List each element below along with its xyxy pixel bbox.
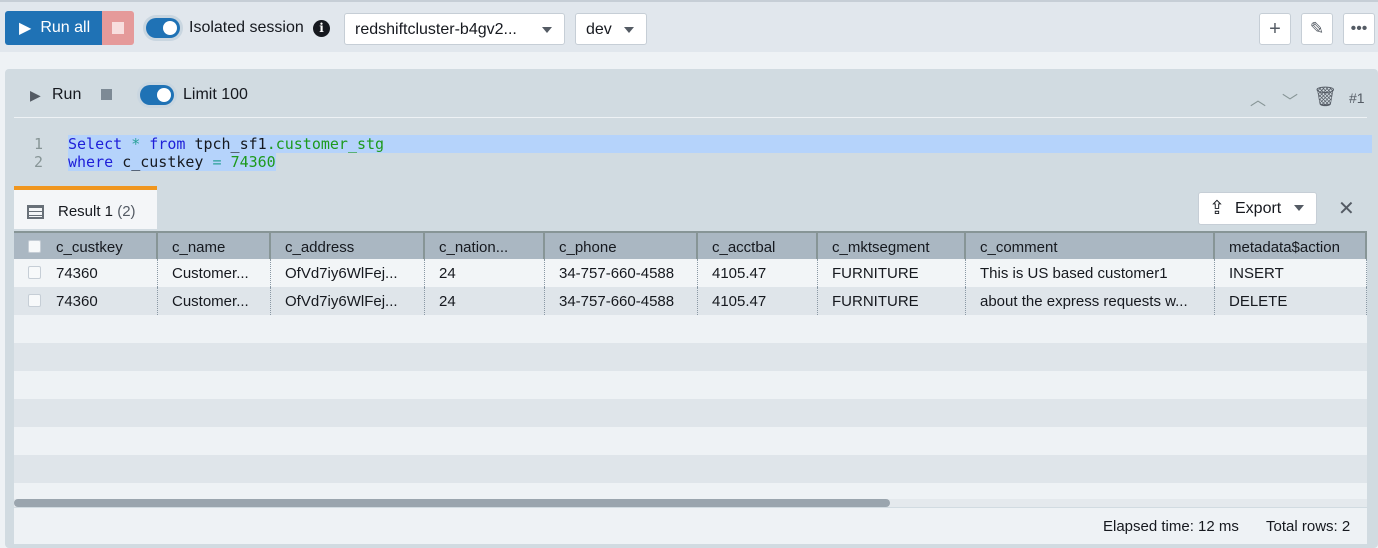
keyword: Select (68, 135, 123, 153)
table-row (14, 399, 1367, 427)
cell-number: #1 (1349, 90, 1365, 106)
table-cell: 4105.47 (698, 259, 818, 287)
limit-label: Limit 100 (183, 86, 248, 103)
limit-toggle[interactable] (140, 85, 174, 105)
chevron-down-icon (542, 27, 552, 38)
top-toolbar: ▶ Run all Isolated session i redshiftclus… (0, 0, 1378, 52)
more-button[interactable]: ••• (1343, 13, 1375, 45)
column-header[interactable]: c_name (158, 233, 271, 261)
table-cell: OfVd7iy6WlFej... (271, 287, 425, 315)
elapsed-time: Elapsed time: 12 ms (1103, 518, 1239, 535)
column-header[interactable]: c_mktsegment (818, 233, 966, 261)
table-cell: 34-757-660-4588 (545, 287, 698, 315)
move-down-icon[interactable]: ﹀ (1282, 88, 1298, 112)
column-header[interactable]: c_phone (545, 233, 698, 261)
keyword: from (149, 135, 186, 153)
column-header[interactable]: c_comment (966, 233, 1215, 261)
database-value: dev (586, 21, 612, 38)
results-footer: Elapsed time: 12 ms Total rows: 2 (14, 508, 1367, 544)
stop-icon (112, 22, 124, 34)
divider (14, 117, 1367, 118)
table-header-row: c_custkey c_name c_address c_nation... c_pho… (14, 231, 1367, 261)
isolated-session-label: Isolated session (189, 19, 304, 36)
cluster-select[interactable]: redshiftcluster-b4gv2... (344, 13, 565, 45)
table-row: 74360 Customer... OfVd7iy6WlFej... 24 34-757… (14, 259, 1367, 287)
table-row (14, 371, 1367, 399)
run-play-icon: ▶ (30, 87, 41, 103)
table-name: .customer_stg (266, 135, 385, 153)
operator: * (131, 135, 141, 153)
trash-icon[interactable]: 🗑 (1313, 85, 1337, 109)
column-header[interactable]: c_nation... (425, 233, 545, 261)
table-cell: 74360 (14, 259, 158, 287)
edit-button[interactable]: ✎ (1301, 13, 1333, 45)
tab-label: Result 1 (58, 203, 114, 220)
chevron-down-icon (1294, 205, 1304, 216)
line-number: 1 (34, 135, 44, 153)
export-label: Export (1235, 200, 1282, 217)
export-button[interactable]: ⇪ Export (1198, 192, 1317, 225)
upload-icon: ⇪ (1209, 198, 1225, 219)
result-count: (2) (117, 203, 136, 220)
literal: 74360 (230, 153, 276, 171)
table-cell: 74360 (14, 287, 158, 315)
scrollbar-thumb[interactable] (14, 499, 890, 507)
table-cell: Customer... (158, 287, 271, 315)
table-cell: INSERT (1215, 259, 1367, 287)
table-cell: 24 (425, 287, 545, 315)
table-cell: FURNITURE (818, 259, 966, 287)
table-icon (27, 205, 44, 219)
tab-result-1[interactable]: Result 1 (2) (14, 186, 157, 229)
column-name: c_custkey (122, 153, 204, 171)
stop-button[interactable] (101, 89, 112, 100)
table-row (14, 315, 1367, 343)
run-button[interactable]: Run (52, 86, 81, 104)
plus-icon: + (1269, 18, 1281, 40)
close-icon[interactable]: ✕ (1338, 196, 1355, 221)
ellipsis-icon: ••• (1350, 20, 1368, 37)
table-cell: Customer... (158, 259, 271, 287)
table-cell: OfVd7iy6WlFej... (271, 259, 425, 287)
table-row (14, 455, 1367, 483)
add-button[interactable]: + (1259, 13, 1291, 45)
schema-name: tpch_sf1 (194, 135, 267, 153)
database-select[interactable]: dev (575, 13, 647, 45)
column-header[interactable]: metadata$action (1215, 233, 1367, 261)
move-up-icon[interactable]: ︿ (1250, 86, 1266, 110)
info-icon[interactable]: i (313, 20, 330, 37)
table-cell: about the express requests w... (966, 287, 1215, 315)
results-table: c_custkey c_name c_address c_nation... c_pho… (14, 231, 1367, 501)
table-cell: 34-757-660-4588 (545, 259, 698, 287)
column-header[interactable]: c_acctbal (698, 233, 818, 261)
isolated-session-toggle[interactable] (146, 18, 180, 38)
table-cell: 4105.47 (698, 287, 818, 315)
operator: = (212, 153, 222, 171)
table-row: 74360 Customer... OfVd7iy6WlFej... 24 34-757… (14, 287, 1367, 315)
column-header[interactable]: c_address (271, 233, 425, 261)
cluster-value: redshiftcluster-b4gv2... (355, 21, 517, 38)
total-rows: Total rows: 2 (1266, 518, 1351, 535)
table-cell: FURNITURE (818, 287, 966, 315)
column-header[interactable]: c_custkey (14, 233, 158, 261)
horizontal-scrollbar[interactable] (14, 499, 1367, 507)
chevron-down-icon (624, 27, 634, 38)
table-row (14, 343, 1367, 371)
table-cell: This is US based customer1 (966, 259, 1215, 287)
keyword: where (68, 153, 114, 171)
play-icon: ▶ (19, 20, 32, 37)
table-cell: DELETE (1215, 287, 1367, 315)
line-number: 2 (34, 153, 44, 171)
run-all-button[interactable]: ▶ Run all (5, 11, 102, 45)
stop-all-button[interactable] (102, 11, 134, 45)
table-row (14, 427, 1367, 455)
pencil-icon: ✎ (1309, 19, 1325, 38)
table-cell: 24 (425, 259, 545, 287)
